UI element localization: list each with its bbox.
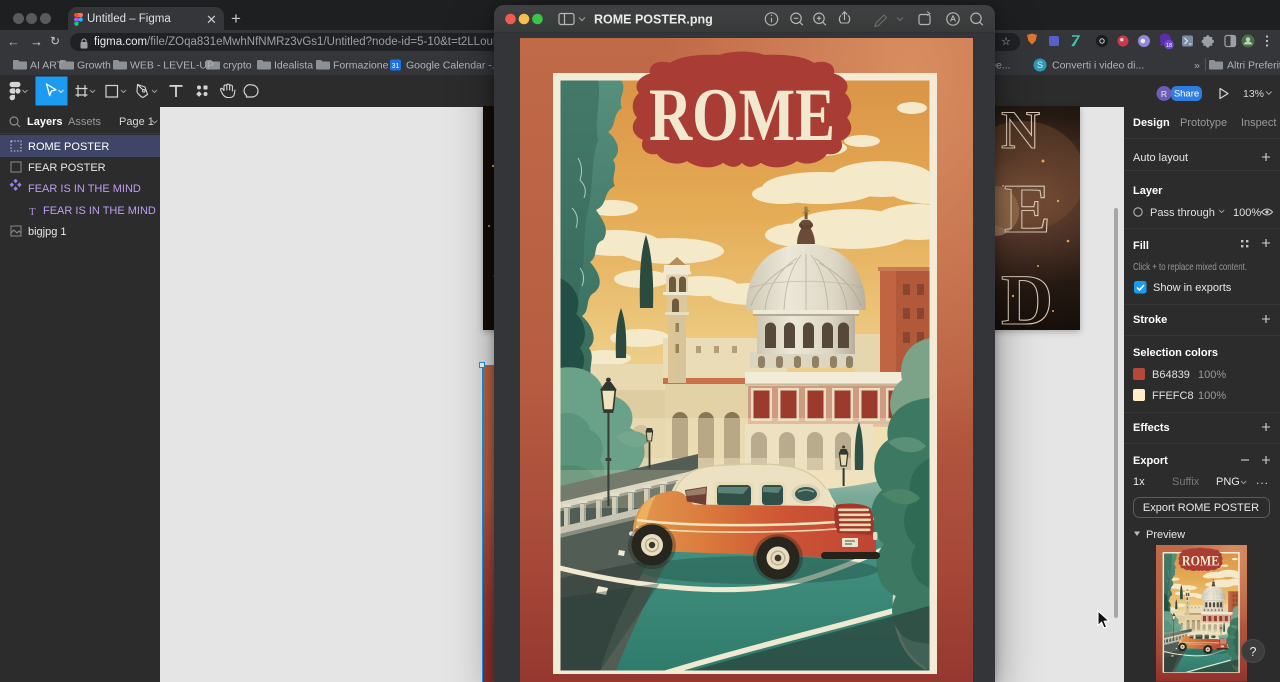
svg-text:WEB - LEVEL-UP: WEB - LEVEL-UP [130,60,214,72]
svg-text:?: ? [1250,645,1257,659]
svg-text:18: 18 [1166,43,1172,49]
svg-text:Fill: Fill [1133,240,1149,252]
svg-text:B64839: B64839 [1152,369,1190,381]
svg-text:Prototype: Prototype [1180,117,1227,129]
svg-text:Assets: Assets [68,116,102,128]
svg-text:FFEFC8: FFEFC8 [1152,390,1194,402]
svg-text:Google Calendar -...: Google Calendar -... [406,60,501,72]
svg-text:Altri Preferiti: Altri Preferiti [1227,60,1280,72]
svg-text:13%: 13% [1243,88,1264,100]
svg-text:Selection colors: Selection colors [1133,347,1218,359]
svg-text:AI ART: AI ART [30,60,64,72]
svg-text:»: » [1194,60,1200,72]
svg-text:FEAR IS IN THE MIND: FEAR IS IN THE MIND [43,205,156,217]
svg-text:31: 31 [392,63,400,70]
svg-text:1x: 1x [1133,476,1145,488]
svg-text:PNG: PNG [1216,476,1240,488]
svg-text:Stroke: Stroke [1133,314,1167,326]
svg-text:100%: 100% [1233,207,1261,219]
svg-text:N: N [1001,106,1040,160]
svg-text:Export ROME POSTER: Export ROME POSTER [1143,502,1259,514]
svg-text:ROME POSTER.png: ROME POSTER.png [594,13,713,27]
svg-text:Share: Share [1174,89,1199,100]
svg-text:Show in exports: Show in exports [1153,282,1232,294]
svg-text:Converti i video di...: Converti i video di... [1052,60,1144,72]
svg-text:Auto layout: Auto layout [1133,152,1188,164]
svg-text:Idealista: Idealista [274,60,313,72]
svg-text:Growth: Growth [77,60,111,72]
svg-text:ROME POSTER: ROME POSTER [28,141,109,153]
svg-text:bigjpg 1: bigjpg 1 [28,226,67,238]
svg-text:FEAR IS IN THE MIND: FEAR IS IN THE MIND [28,183,141,195]
svg-text:Page 1: Page 1 [119,116,154,128]
svg-text:Preview: Preview [1146,529,1185,541]
svg-text:E: E [1004,171,1051,248]
svg-text:crypto: crypto [223,60,252,72]
svg-text:Layers: Layers [27,116,62,128]
svg-text:Formazione: Formazione [333,60,389,72]
svg-text:FEAR POSTER: FEAR POSTER [28,162,106,174]
svg-text:S: S [1037,60,1043,70]
svg-text:Pass through: Pass through [1150,207,1215,219]
svg-text:100%: 100% [1198,390,1226,402]
svg-text:Effects: Effects [1133,422,1170,434]
svg-text:Design: Design [1133,117,1170,129]
svg-text:R: R [1161,89,1167,99]
svg-text:Export: Export [1133,455,1168,467]
svg-text:D: D [1001,260,1053,330]
svg-text:Click + to replace mixed conte: Click + to replace mixed content. [1133,262,1247,273]
svg-text:100%: 100% [1198,369,1226,381]
svg-text:Suffix: Suffix [1172,476,1200,488]
svg-text:T: T [29,206,36,218]
svg-text:Inspect: Inspect [1241,117,1276,129]
svg-text:Layer: Layer [1133,185,1163,197]
svg-text:...: ... [1256,473,1269,487]
